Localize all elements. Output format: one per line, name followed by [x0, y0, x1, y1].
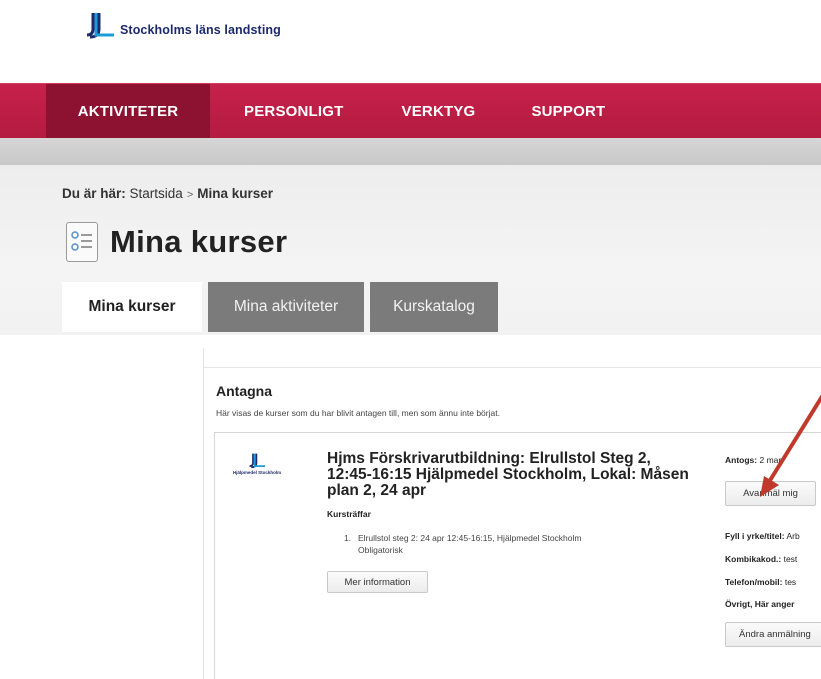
field-kombikakod-label: Kombikakod.:: [725, 554, 782, 564]
list-item-number: 1.: [344, 533, 352, 543]
brand-name: Stockholms läns landsting: [120, 22, 281, 37]
course-title[interactable]: Hjms Förskrivarutbildning: Elrullstol St…: [327, 451, 697, 499]
sll-logo-icon: [86, 13, 114, 39]
admitted-value: 2 mar: [759, 455, 782, 465]
main-navigation: AKTIVITETER PERSONLIGT VERKTYG SUPPORT: [0, 83, 821, 139]
admitted-date: Antogs: 2 mar: [725, 455, 781, 465]
field-yrke-value: Arb: [786, 531, 800, 541]
org-logo-text: Hjälpmedel Stockholm: [232, 470, 282, 475]
field-yrke: Fyll i yrke/titel: Arb: [725, 531, 800, 541]
breadcrumb-home-link[interactable]: Startsida: [130, 186, 183, 201]
tab-kurskatalog[interactable]: Kurskatalog: [370, 282, 498, 332]
content-divider: [204, 367, 821, 368]
nav-item-verktyg[interactable]: VERKTYG: [374, 84, 504, 139]
unregister-button[interactable]: Avanmäl mig: [725, 481, 816, 506]
list-icon: [66, 222, 98, 262]
sub-navigation-bar: [0, 138, 821, 165]
course-org-logo: Hjälpmedel Stockholm: [232, 453, 282, 475]
field-yrke-label: Fyll i yrke/titel:: [725, 531, 785, 541]
field-ovrigt: Övrigt, Här anger: [725, 599, 794, 609]
tab-mina-aktiviteter[interactable]: Mina aktiviteter: [208, 282, 364, 332]
content-border: [203, 348, 204, 679]
section-title: Antagna: [216, 383, 272, 399]
tab-bar: Mina kurser Mina aktiviteter Kurskatalog: [62, 282, 498, 332]
field-ovrigt-label: Övrigt, Här anger: [725, 599, 795, 609]
page-header: Mina kurser: [66, 222, 287, 262]
field-kombikakod-value: test: [783, 554, 798, 564]
field-telefon-label: Telefon/mobil:: [725, 577, 783, 587]
breadcrumb-current: Mina kurser: [197, 186, 274, 201]
section-description: Här visas de kurser som du har blivit an…: [216, 408, 500, 418]
change-registration-button[interactable]: Ändra anmälning: [725, 622, 821, 647]
meeting-requirement: Obligatorisk: [358, 545, 403, 555]
brand-logo[interactable]: Stockholms läns landsting: [84, 12, 281, 40]
tab-mina-kurser[interactable]: Mina kurser: [62, 282, 202, 332]
course-meeting-list: 1. Elrullstol steg 2: 24 apr 12:45-16:15…: [344, 532, 581, 556]
page-title: Mina kurser: [110, 224, 288, 259]
field-telefon-value: tes: [784, 577, 797, 587]
breadcrumb-separator: >: [186, 189, 194, 201]
nav-item-aktiviteter[interactable]: AKTIVITETER: [46, 84, 210, 139]
admitted-label: Antogs:: [725, 455, 758, 465]
meeting-description: Elrullstol steg 2: 24 apr 12:45-16:15, H…: [358, 533, 582, 543]
list-item: 1. Elrullstol steg 2: 24 apr 12:45-16:15…: [344, 532, 581, 556]
nav-item-support[interactable]: SUPPORT: [503, 84, 633, 139]
breadcrumb: Du är här: Startsida > Mina kurser: [62, 186, 273, 201]
nav-item-personligt[interactable]: PERSONLIGT: [210, 84, 374, 139]
hjalpmedel-logo-icon: [249, 453, 265, 469]
more-information-button[interactable]: Mer information: [327, 571, 428, 593]
field-telefon: Telefon/mobil: tes: [725, 577, 796, 587]
course-meetings-heading: Kursträffar: [327, 509, 371, 519]
field-kombikakod: Kombikakod.: test: [725, 554, 797, 564]
breadcrumb-prefix: Du är här:: [62, 186, 126, 201]
